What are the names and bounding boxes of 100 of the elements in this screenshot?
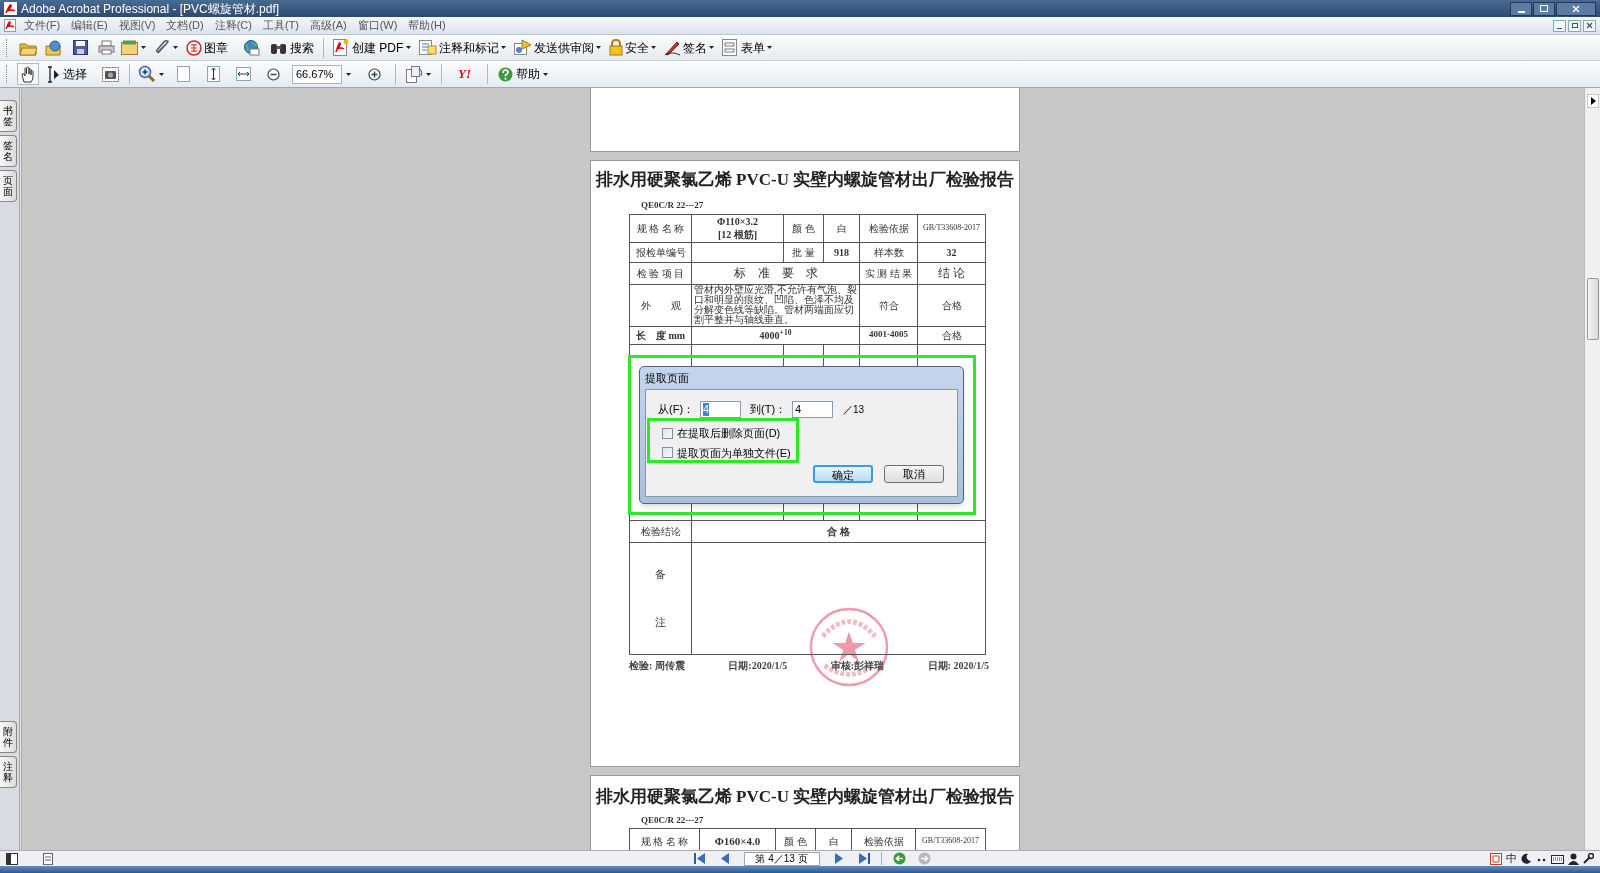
side-panel-tab[interactable]: 页面 [0, 170, 17, 202]
hand-tool-icon[interactable] [17, 63, 39, 85]
signature-text: 日期: 2020/1/5 [927, 658, 989, 673]
close-button[interactable] [1556, 1, 1596, 16]
keyboard-icon[interactable] [1551, 853, 1564, 864]
ok-button[interactable]: 确定 [813, 465, 873, 483]
menu-item[interactable]: 编辑(E) [71, 17, 108, 34]
caret-icon[interactable] [543, 72, 548, 76]
caret-icon[interactable] [346, 72, 351, 76]
table-cell: 标 准 要 求 [691, 262, 860, 284]
vertical-scrollbar[interactable] [1584, 88, 1600, 850]
stamp-icon[interactable] [186, 39, 202, 56]
caret-icon[interactable] [426, 72, 431, 76]
caret-icon[interactable] [501, 46, 507, 49]
report-title: 排水用硬聚氯乙烯 PVC-U 实壁内螺旋管材出厂检验报告 [595, 786, 1015, 808]
caret-icon[interactable] [159, 72, 164, 76]
table-cell: 报检单编号 [629, 242, 692, 262]
send-document-icon[interactable] [514, 39, 533, 56]
table-cell: 外 观 [629, 284, 692, 326]
menu-item[interactable]: 文件(F) [24, 17, 61, 34]
caret-icon[interactable] [173, 46, 178, 49]
moon-icon[interactable] [1521, 853, 1532, 864]
menu-item[interactable]: 视图(V) [118, 17, 156, 34]
pen-icon[interactable] [664, 39, 682, 56]
table-cell: 管材内外壁应光滑,不允许有气泡、裂口和明显的痕纹、凹陷、色泽不均及分解变色线等缺陷。管材两端面应切割平整并与轴线垂直。 [691, 284, 860, 326]
ime-input-icon[interactable] [1490, 852, 1502, 865]
side-panel-tab[interactable]: 附件 [0, 721, 17, 753]
cancel-button[interactable]: 取消 [884, 465, 944, 483]
next-page-icon[interactable] [833, 853, 844, 864]
restore-document-button[interactable] [1553, 19, 1566, 32]
create-pdf-button[interactable]: 创建 PDF [333, 36, 412, 59]
caret-icon[interactable] [767, 46, 773, 49]
last-page-icon[interactable] [857, 853, 870, 864]
panel-toggle-icon[interactable] [6, 852, 18, 865]
forms-button[interactable]: 表单 [722, 36, 773, 59]
page-number-field[interactable]: 第 4／13 页 [743, 851, 820, 866]
from-page-field[interactable]: 4 [700, 401, 741, 418]
send-review-button[interactable]: 发送供审阅 [514, 36, 602, 59]
table-cell: 检 验 项 目 [629, 262, 692, 284]
ime-mode[interactable]: 中 [1506, 850, 1517, 867]
pages-rotate-icon[interactable] [406, 65, 424, 83]
paperclip-icon[interactable] [154, 40, 171, 55]
page-layout-icon[interactable] [42, 852, 54, 865]
caret-icon[interactable] [596, 46, 602, 49]
magnifier-icon[interactable] [138, 65, 156, 83]
pdf-file-icon[interactable] [333, 39, 349, 56]
panel-arrow-icon[interactable] [1586, 94, 1599, 108]
table-cell-text: 备 [655, 566, 666, 582]
scrollbar-thumb[interactable] [1586, 278, 1599, 340]
caret-icon[interactable] [709, 46, 715, 49]
menu-item[interactable]: 工具(T) [262, 17, 299, 34]
menu-item[interactable]: 注释(C) [214, 17, 252, 34]
zoom-tool-button[interactable] [138, 63, 164, 85]
pdf-document-icon [4, 19, 16, 32]
text-cursor-icon[interactable] [47, 65, 60, 83]
table-cell: 颜 色 [783, 214, 824, 242]
menu-item[interactable]: 窗口(W) [357, 17, 398, 34]
stamp-button[interactable]: 图章 [186, 36, 228, 59]
comment-markup-button[interactable]: 注释和标记 [419, 36, 507, 59]
menu-item[interactable]: 文档(D) [166, 17, 204, 34]
checkbox-option[interactable]: 在提取后删除页面(D) [662, 425, 945, 442]
folder-icon[interactable] [121, 40, 139, 55]
checkbox[interactable] [662, 447, 673, 459]
padlock-icon[interactable] [609, 39, 624, 56]
sign-button[interactable]: 签名 [664, 36, 715, 59]
previous-page-icon[interactable] [719, 853, 730, 864]
minimize-button[interactable] [1510, 1, 1532, 16]
to-page-field[interactable]: 4 [792, 401, 833, 418]
table-cell: 白 [823, 214, 860, 242]
help-button[interactable]: 帮助 [498, 63, 548, 85]
form-icon[interactable] [722, 39, 740, 56]
wrench-icon[interactable] [1583, 853, 1594, 864]
side-panel-tab[interactable]: 签名 [0, 135, 17, 167]
side-panel-tab[interactable]: 注释 [0, 756, 17, 788]
user-icon[interactable] [1568, 852, 1579, 865]
table-cell: 检验依据 [859, 214, 918, 242]
document-maximize-button[interactable] [1568, 19, 1581, 32]
caret-icon[interactable] [141, 46, 146, 49]
help-icon[interactable] [498, 66, 513, 82]
back-view-icon[interactable] [892, 852, 906, 865]
signature-text: 检验: 周传震 [629, 658, 685, 673]
side-panel-tab[interactable]: 书签 [0, 100, 17, 132]
zoom-level-field[interactable]: 66.67% [292, 64, 342, 84]
menu-item[interactable]: 帮助(H) [408, 17, 446, 34]
toolbar-logo[interactable]: Y! [452, 64, 477, 84]
table-cell: 符合 [859, 284, 918, 326]
maximize-button[interactable] [1533, 1, 1555, 16]
caret-icon[interactable] [406, 46, 412, 49]
menu-item[interactable]: 高级(A) [310, 17, 347, 34]
rotate-pages-button[interactable] [406, 63, 431, 85]
checkbox[interactable] [662, 427, 673, 439]
caret-icon[interactable] [651, 46, 657, 49]
checkbox-option[interactable]: 提取页面为单独文件(E) [662, 444, 945, 461]
security-button[interactable]: 安全 [609, 36, 657, 59]
table-cell: 结 论 [917, 262, 986, 284]
note-document-icon[interactable] [419, 39, 438, 56]
select-tool-button[interactable]: 选择 [47, 63, 87, 85]
search-button[interactable]: 搜索 [270, 36, 314, 59]
signature-text: 日期:2020/1/5 [728, 658, 788, 673]
first-page-icon[interactable] [693, 853, 706, 864]
